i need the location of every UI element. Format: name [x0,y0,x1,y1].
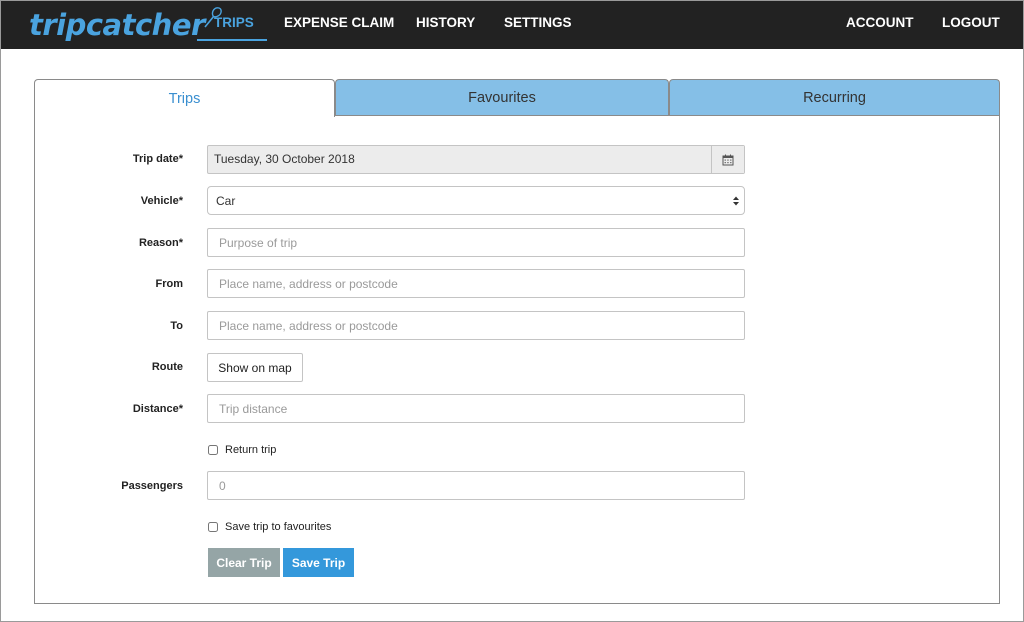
trip-date-field[interactable]: Tuesday, 30 October 2018 [207,145,745,174]
nav-account[interactable]: ACCOUNT [846,1,914,49]
distance-label: Distance* [132,403,183,415]
save-favourite-label: Save trip to favourites [225,521,332,533]
save-favourite-option[interactable]: Save trip to favourites [208,521,331,533]
tripcatcher-logo[interactable]: tripcatcher [29,3,223,47]
nav-trips[interactable]: TRIPS [214,1,254,49]
return-trip-option[interactable]: Return trip [208,444,276,456]
brand-name: tripcatcher [29,8,205,42]
vehicle-selected-value: Car [216,193,236,208]
nav-expense-claim[interactable]: EXPENSE CLAIM [284,1,394,49]
nav-active-indicator [197,39,267,41]
trip-date-label: Trip date* [132,153,183,165]
trip-date-value: Tuesday, 30 October 2018 [214,152,355,166]
route-label: Route [151,361,183,373]
reason-input[interactable] [207,228,745,257]
passengers-input[interactable] [207,471,745,500]
nav-logout[interactable]: LOGOUT [942,1,1000,49]
top-navbar: tripcatcher TRIPS EXPENSE CLAIM HISTORY … [1,1,1023,49]
to-label: To [170,320,183,332]
vehicle-label: Vehicle* [140,195,183,207]
from-label: From [155,278,184,290]
save-trip-button[interactable]: Save Trip [283,548,354,577]
clear-trip-button[interactable]: Clear Trip [208,548,280,577]
vehicle-select[interactable]: Car [207,186,745,215]
passengers-label: Passengers [121,480,183,492]
calendar-icon [722,154,734,165]
from-input[interactable] [207,269,745,298]
to-input[interactable] [207,311,745,340]
distance-input[interactable] [207,394,745,423]
nav-settings[interactable]: SETTINGS [504,1,572,49]
return-trip-checkbox[interactable] [208,445,218,455]
tab-trips[interactable]: Trips [34,79,335,117]
tab-recurring[interactable]: Recurring [669,79,1000,116]
tab-favourites[interactable]: Favourites [335,79,669,116]
select-arrows-icon [728,196,744,206]
nav-history[interactable]: HISTORY [416,1,475,49]
calendar-button[interactable] [711,146,744,173]
return-trip-label: Return trip [225,444,277,456]
show-on-map-button[interactable]: Show on map [207,353,303,382]
save-favourite-checkbox[interactable] [208,522,218,532]
reason-label: Reason* [138,237,183,249]
